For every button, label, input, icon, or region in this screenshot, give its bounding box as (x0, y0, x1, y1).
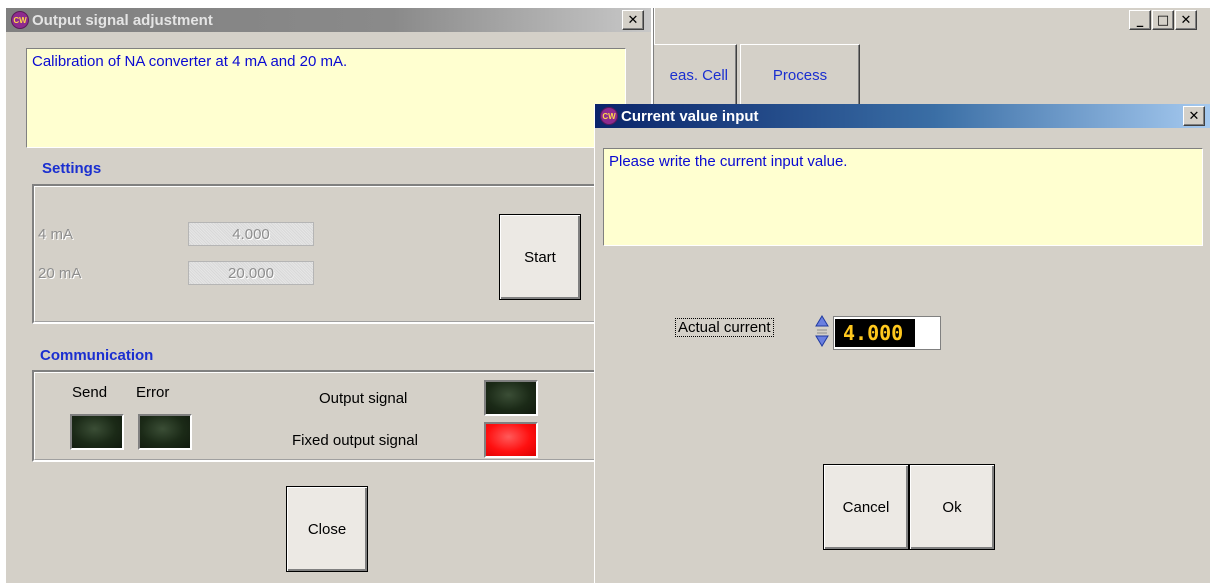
current-dialog-titlebar: CW Current value input ✕ (595, 104, 1210, 128)
app-logo-icon: CW (600, 107, 618, 125)
tab-meas-cell[interactable]: eas. Cell (645, 44, 737, 106)
current-value-dialog: CW Current value input ✕ Please write th… (594, 104, 1210, 583)
close-icon: ✕ (627, 12, 639, 28)
maximize-button[interactable]: □ (1152, 10, 1174, 30)
tab-process[interactable]: Process (740, 44, 860, 106)
setting-label-20ma: 20 mA (38, 265, 82, 282)
cancel-button-label: Cancel (842, 498, 890, 516)
tab-process-label: Process (772, 66, 828, 84)
close-icon: ✕ (1188, 108, 1200, 124)
output-dialog-titlebar: CW Output signal adjustment ✕ (6, 8, 651, 32)
minimize-button[interactable]: _ (1129, 10, 1151, 30)
ok-button-label: Ok (942, 498, 962, 516)
output-signal-dialog: CW Output signal adjustment ✕ Calibratio… (6, 8, 651, 583)
spin-up-down-icon[interactable] (815, 314, 829, 350)
setting-label-4ma: 4 mA (38, 226, 74, 243)
actual-current-field[interactable]: 4.000 (833, 316, 941, 350)
output-dialog-close-button[interactable]: ✕ (622, 10, 644, 30)
start-button[interactable]: Start (499, 214, 581, 300)
close-button-label: Close (307, 520, 347, 538)
ok-button[interactable]: Ok (909, 464, 995, 550)
fixed-output-signal-led (484, 422, 538, 458)
actual-current-label: Actual current (675, 318, 774, 337)
communication-group: Send Error Output signal Fixed output si… (32, 370, 630, 462)
setting-value-20ma: 20.000 (188, 261, 314, 285)
maximize-icon: □ (1156, 12, 1170, 28)
description-text: Calibration of NA converter at 4 mA and … (32, 53, 348, 70)
setting-value-4ma: 4.000 (188, 222, 314, 246)
error-indicator-led (138, 414, 192, 450)
cancel-button[interactable]: Cancel (823, 464, 909, 550)
close-button[interactable]: Close (286, 486, 368, 572)
app-logo-icon: CW (11, 11, 29, 29)
output-dialog-description: Calibration of NA converter at 4 mA and … (26, 48, 626, 148)
current-dialog-title: Current value input (621, 107, 759, 125)
close-icon: ✕ (1180, 12, 1192, 28)
settings-heading: Settings (42, 160, 102, 177)
fixed-output-signal-label: Fixed output signal (292, 432, 418, 449)
settings-group: 4 mA 4.000 20 mA 20.000 Start (32, 184, 630, 324)
window-close-button[interactable]: ✕ (1175, 10, 1197, 30)
send-indicator-led (70, 414, 124, 450)
start-button-label: Start (524, 248, 556, 266)
send-label: Send (72, 384, 108, 401)
tab-meas-cell-label: eas. Cell (669, 66, 728, 84)
background-window-titlebar: _ □ ✕ (655, 8, 1210, 32)
output-signal-led (484, 380, 538, 416)
output-dialog-title: Output signal adjustment (32, 11, 213, 29)
output-signal-label: Output signal (319, 390, 408, 407)
minimize-icon: _ (1136, 12, 1144, 28)
current-dialog-close-button[interactable]: ✕ (1183, 106, 1205, 126)
current-dialog-description: Please write the current input value. (603, 148, 1203, 246)
description-text: Please write the current input value. (609, 153, 848, 170)
error-label: Error (136, 384, 170, 401)
communication-heading: Communication (40, 347, 154, 364)
actual-current-value: 4.000 (835, 319, 915, 347)
